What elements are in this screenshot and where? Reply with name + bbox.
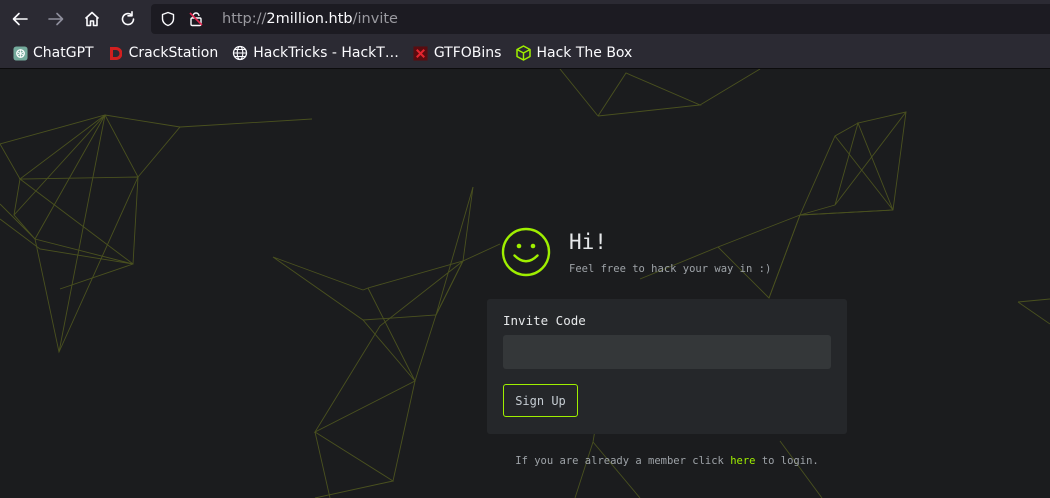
url-path: /invite [352, 11, 398, 27]
browser-toolbar: http://2million.htb/invite [0, 0, 1050, 38]
login-prompt-text: If you are already a member click [515, 455, 731, 467]
address-bar[interactable]: http://2million.htb/invite [151, 4, 1050, 34]
forward-arrow-icon [48, 12, 64, 26]
smiley-face-icon [501, 227, 551, 277]
page-title: Hi! [569, 230, 607, 254]
bookmark-label: Hack The Box [536, 45, 633, 61]
crackstation-icon [108, 45, 124, 61]
url-host: 2million.htb [266, 11, 353, 27]
welcome-header: Hi! Feel free to hack your way in :) [501, 227, 771, 277]
login-link[interactable]: here [730, 455, 755, 467]
back-arrow-icon [12, 12, 28, 26]
invite-form: Invite Code Sign Up [487, 299, 847, 434]
bookmark-label: CrackStation [128, 45, 219, 61]
bookmark-hacktricks[interactable]: HackTricks - HackT… [228, 41, 403, 65]
bookmark-label: HackTricks - HackT… [253, 45, 399, 61]
bookmarks-bar: ChatGPT CrackStation HackTricks - HackT…… [0, 38, 1050, 69]
invite-code-label: Invite Code [503, 313, 586, 328]
login-prompt-text-end: to login. [755, 455, 819, 467]
shield-icon[interactable] [160, 11, 176, 27]
forward-button[interactable] [38, 0, 74, 38]
gtfobins-icon [413, 45, 429, 61]
bookmark-crackstation[interactable]: CrackStation [104, 41, 223, 65]
invite-code-input[interactable] [503, 335, 831, 369]
login-prompt: If you are already a member click here t… [0, 455, 1050, 467]
bookmark-label: ChatGPT [33, 45, 94, 61]
globe-icon [232, 45, 248, 61]
home-icon [84, 11, 100, 27]
url-protocol: http:// [222, 11, 267, 27]
bookmark-gtfobins[interactable]: GTFOBins [409, 41, 506, 65]
bookmark-chatgpt[interactable]: ChatGPT [8, 41, 98, 65]
home-button[interactable] [74, 0, 110, 38]
reload-icon [121, 11, 135, 26]
hackthebox-icon [515, 45, 531, 61]
bookmark-label: GTFOBins [433, 45, 502, 61]
invite-page: Hi! Feel free to hack your way in :) Inv… [0, 69, 1050, 498]
chatgpt-icon [12, 45, 28, 61]
url-text[interactable]: http://2million.htb/invite [222, 11, 398, 27]
insecure-lock-icon[interactable] [188, 11, 204, 27]
sign-up-button[interactable]: Sign Up [503, 384, 578, 417]
back-button[interactable] [2, 0, 38, 38]
reload-button[interactable] [110, 0, 146, 38]
bookmark-hackthebox[interactable]: Hack The Box [511, 41, 636, 65]
page-subtitle: Feel free to hack your way in :) [569, 263, 772, 275]
